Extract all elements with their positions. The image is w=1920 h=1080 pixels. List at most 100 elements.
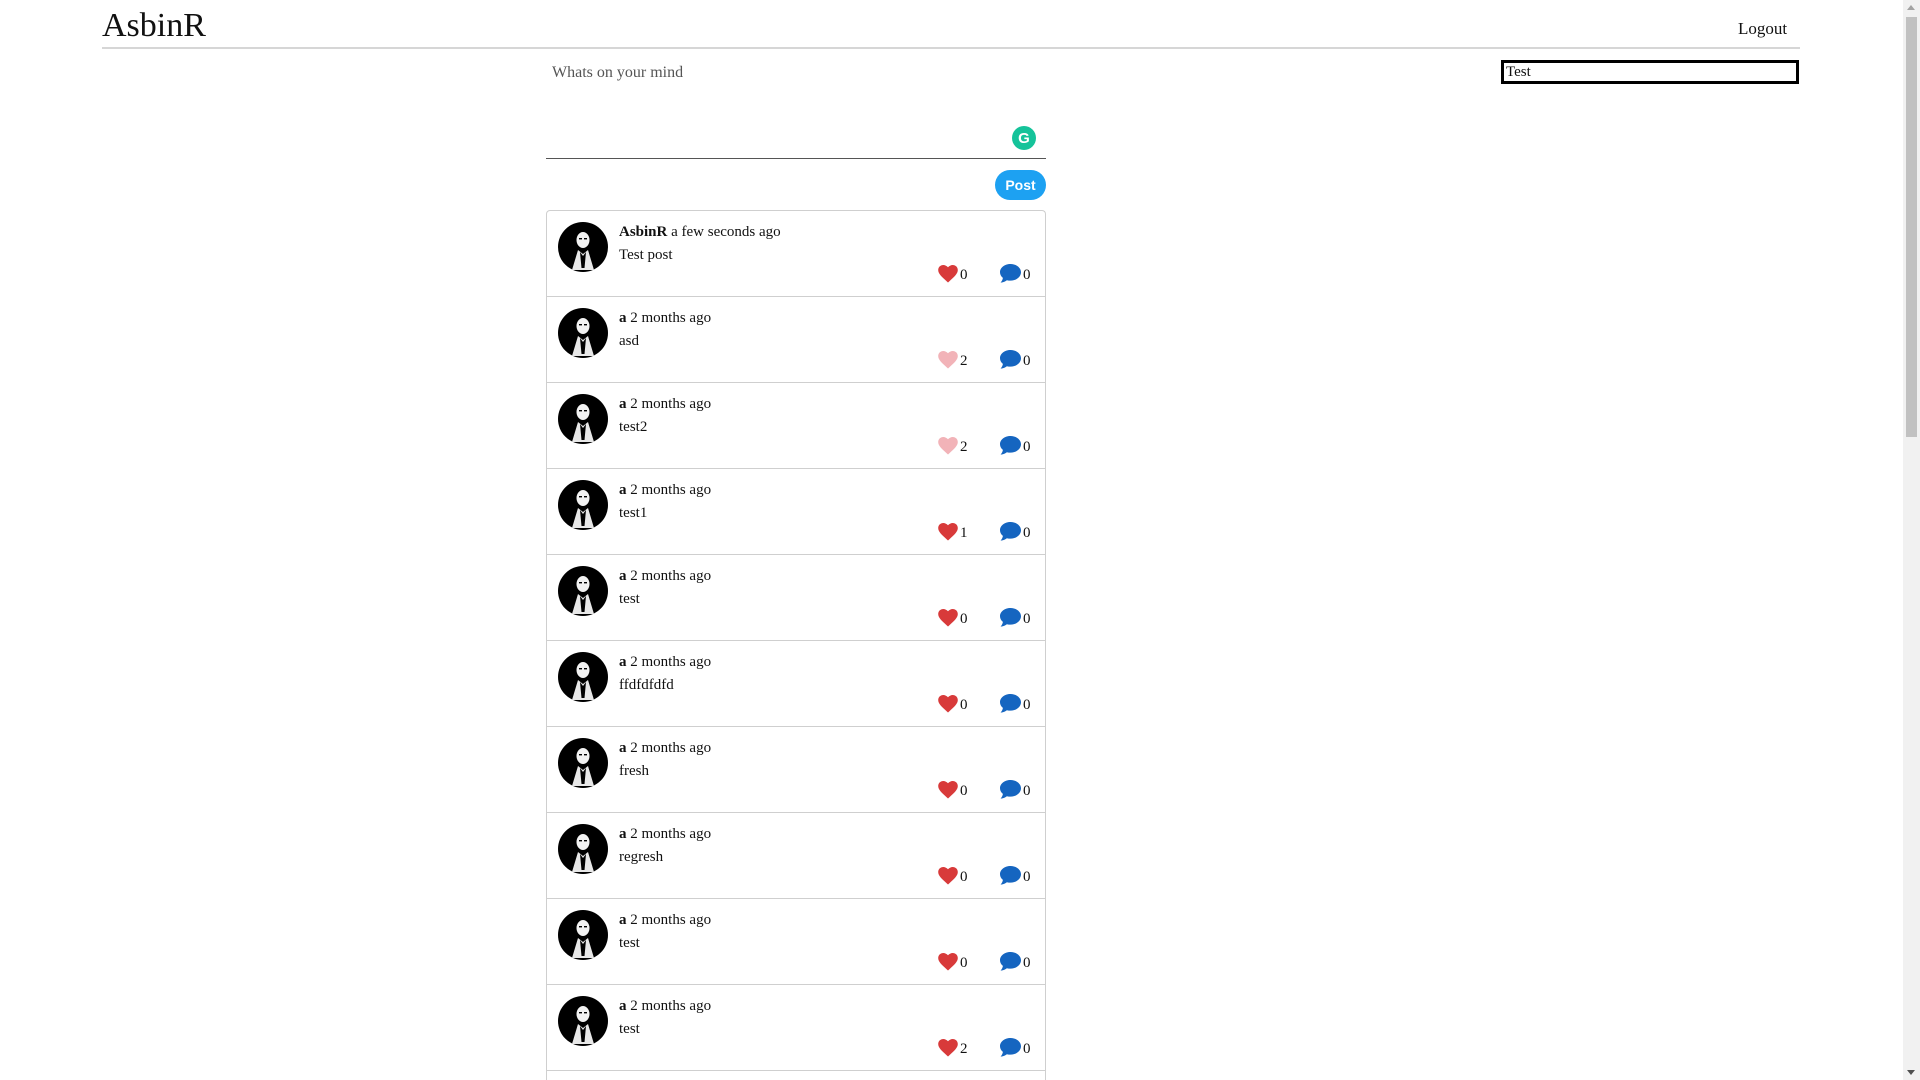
avatar-icon [558, 308, 608, 358]
comment-button[interactable]: 0 [1000, 777, 1031, 799]
comment-count: 0 [1023, 611, 1031, 627]
avatar[interactable] [558, 480, 608, 530]
like-button[interactable]: 2 [938, 1035, 968, 1057]
like-button[interactable]: 0 [938, 605, 968, 627]
like-button[interactable]: 2 [938, 433, 968, 455]
comment-count: 0 [1023, 267, 1031, 283]
comment-icon [1000, 780, 1021, 799]
avatar[interactable] [558, 566, 608, 616]
post-content: test [619, 1021, 640, 1037]
post-content: test2 [619, 419, 648, 435]
comment-button[interactable]: 0 [1000, 1035, 1031, 1057]
post-timestamp: 2 months ago [630, 568, 712, 584]
composer-label: Whats on your mind [552, 64, 684, 81]
post-username[interactable]: a [619, 826, 627, 842]
comment-icon [1000, 436, 1021, 455]
post-username[interactable]: a [619, 654, 627, 670]
post-timestamp: 2 months ago [630, 482, 712, 498]
post-item: a 2 months ago asd 2 0 [547, 297, 1045, 383]
avatar[interactable] [558, 222, 608, 272]
like-button[interactable]: 1 [938, 519, 968, 541]
grammarly-icon[interactable]: G [1012, 126, 1036, 150]
post-username[interactable]: AsbinR [619, 224, 667, 240]
comment-button[interactable]: 0 [1000, 949, 1031, 971]
search-input[interactable] [1501, 60, 1799, 84]
post-item: a 2 months ago regresh 0 0 [547, 813, 1045, 899]
post-timestamp: 2 months ago [630, 998, 712, 1014]
page-scrollbar[interactable] [1903, 0, 1920, 1080]
like-count: 0 [960, 611, 968, 627]
brand-logo[interactable]: AsbinR [102, 6, 206, 46]
heart-icon [938, 781, 958, 799]
like-button[interactable]: 0 [938, 863, 968, 885]
avatar[interactable] [558, 394, 608, 444]
comment-button[interactable]: 0 [1000, 261, 1031, 283]
post-item: a 2 months ago test 0 0 [547, 899, 1045, 985]
avatar[interactable] [558, 738, 608, 788]
post-timestamp: a few seconds ago [671, 224, 781, 240]
avatar[interactable] [558, 910, 608, 960]
post-button[interactable]: Post [995, 170, 1046, 200]
comment-icon [1000, 350, 1021, 369]
post-username[interactable]: a [619, 568, 627, 584]
scroll-thumb[interactable] [1906, 17, 1917, 437]
like-button[interactable]: 0 [938, 949, 968, 971]
avatar-icon [558, 738, 608, 788]
comment-icon [1000, 608, 1021, 627]
like-count: 2 [960, 1041, 968, 1057]
post-item: a 2 months ago ffdfdfdfd 0 0 [547, 641, 1045, 727]
post-item: a 2 months ago test 0 0 [547, 555, 1045, 641]
comment-count: 0 [1023, 783, 1031, 799]
avatar-icon [558, 222, 608, 272]
post-meta: a 2 months ago [619, 308, 711, 328]
like-count: 0 [960, 955, 968, 971]
post-item: AsbinR a few seconds ago Test post 0 0 [547, 211, 1045, 297]
post-username[interactable]: a [619, 740, 627, 756]
comment-count: 0 [1023, 955, 1031, 971]
comment-button[interactable]: 0 [1000, 605, 1031, 627]
post-username[interactable]: a [619, 912, 627, 928]
comment-button[interactable]: 0 [1000, 691, 1031, 713]
post-meta: a 2 months ago [619, 738, 711, 758]
like-count: 0 [960, 869, 968, 885]
comment-count: 0 [1023, 439, 1031, 455]
post-meta: a 2 months ago [619, 996, 711, 1016]
avatar[interactable] [558, 652, 608, 702]
like-button[interactable]: 0 [938, 261, 968, 283]
heart-icon [938, 1039, 958, 1057]
heart-icon [938, 437, 958, 455]
avatar[interactable] [558, 996, 608, 1046]
post-username[interactable]: a [619, 396, 627, 412]
like-button[interactable]: 0 [938, 777, 968, 799]
scroll-down-icon[interactable] [1907, 1070, 1915, 1075]
post-username[interactable]: a [619, 998, 627, 1014]
post-content: test [619, 935, 640, 951]
comment-button[interactable]: 0 [1000, 347, 1031, 369]
comment-icon [1000, 1038, 1021, 1057]
post-content: ffdfdfdfd [619, 677, 674, 693]
comment-icon [1000, 694, 1021, 713]
heart-icon [938, 609, 958, 627]
scroll-up-icon[interactable] [1907, 5, 1915, 10]
like-count: 0 [960, 697, 968, 713]
avatar[interactable] [558, 308, 608, 358]
like-button[interactable]: 2 [938, 347, 968, 369]
header-divider [102, 47, 1800, 49]
heart-icon [938, 953, 958, 971]
avatar[interactable] [558, 824, 608, 874]
post-feed: AsbinR a few seconds ago Test post 0 0 a… [546, 210, 1046, 1080]
post-timestamp: 2 months ago [630, 310, 712, 326]
comment-button[interactable]: 0 [1000, 863, 1031, 885]
like-count: 0 [960, 783, 968, 799]
comment-button[interactable]: 0 [1000, 519, 1031, 541]
comment-count: 0 [1023, 353, 1031, 369]
comment-button[interactable]: 0 [1000, 433, 1031, 455]
logout-link[interactable]: Logout [1738, 18, 1787, 40]
post-username[interactable]: a [619, 482, 627, 498]
like-button[interactable]: 0 [938, 691, 968, 713]
composer-textarea[interactable] [546, 108, 1046, 159]
heart-icon [938, 265, 958, 283]
post-meta: a 2 months ago [619, 566, 711, 586]
avatar-icon [558, 566, 608, 616]
post-username[interactable]: a [619, 310, 627, 326]
